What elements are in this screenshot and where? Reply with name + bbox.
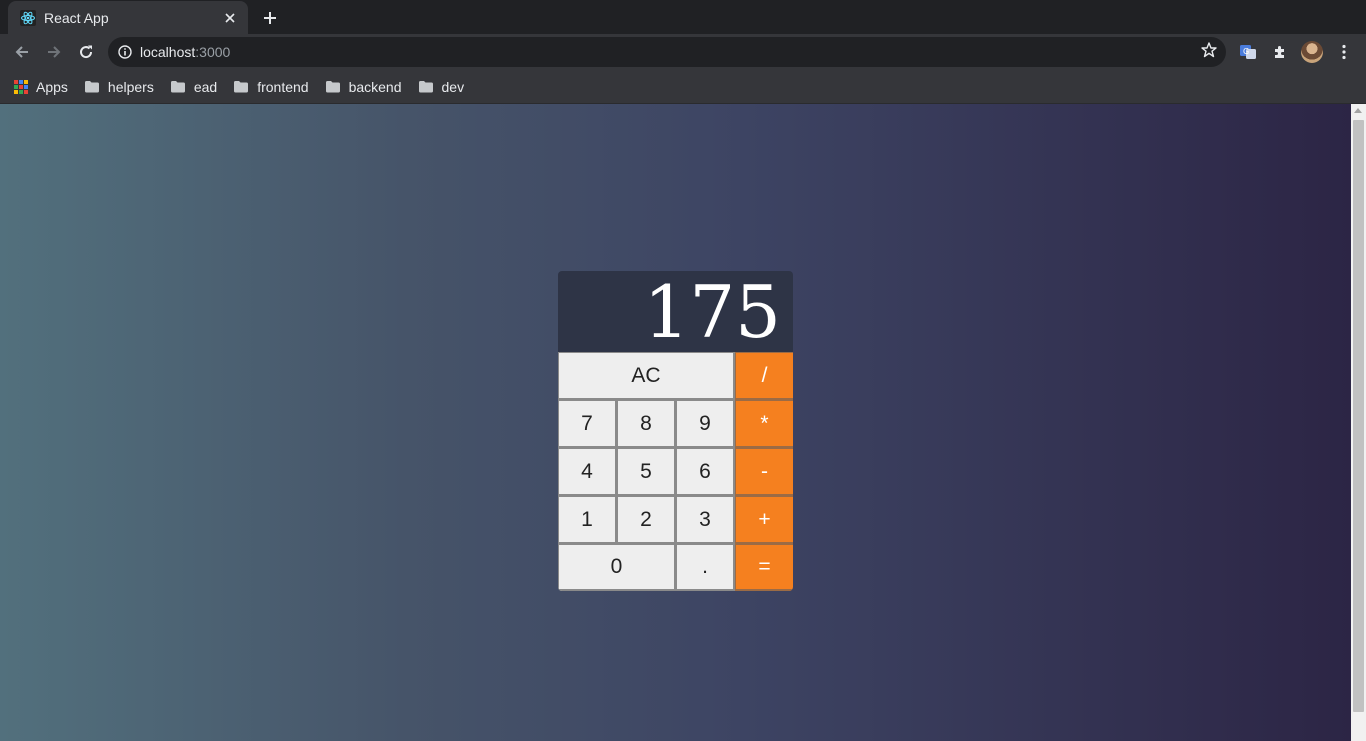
tab-title: React App — [44, 9, 109, 26]
digit-7-button[interactable]: 7 — [558, 400, 617, 448]
toolbar-extensions: G — [1234, 38, 1358, 66]
browser-tab[interactable]: React App — [8, 1, 248, 34]
browser-toolbar: localhost:3000 G — [0, 34, 1366, 70]
digit-4-button[interactable]: 4 — [558, 448, 617, 496]
folder-icon — [325, 81, 340, 93]
folder-icon — [418, 81, 433, 93]
digit-8-button[interactable]: 8 — [617, 400, 676, 448]
scroll-up-arrow-icon[interactable] — [1354, 108, 1362, 113]
arrow-right-icon — [48, 46, 61, 58]
subtract-button[interactable]: - — [735, 448, 793, 496]
display-value: 175 — [643, 271, 781, 354]
folder-icon — [84, 81, 99, 93]
extensions-button[interactable] — [1266, 38, 1294, 66]
tab-strip: React App — [0, 0, 1366, 34]
bookmark-label: ead — [193, 78, 218, 95]
react-logo-icon — [20, 9, 36, 26]
digit-6-button[interactable]: 6 — [676, 448, 735, 496]
digit-2-button[interactable]: 2 — [617, 496, 676, 544]
close-icon[interactable] — [222, 10, 238, 26]
plus-icon — [264, 12, 276, 24]
svg-text:G: G — [1243, 47, 1249, 56]
bookmark-star-icon[interactable] — [1200, 41, 1218, 64]
bookmark-label: Apps — [36, 78, 68, 95]
bookmark-folder-dev[interactable]: dev — [418, 78, 465, 95]
profile-button[interactable] — [1298, 38, 1326, 66]
translate-extension-button[interactable]: G — [1234, 38, 1262, 66]
multiply-button[interactable]: * — [735, 400, 793, 448]
bookmark-label: dev — [441, 78, 465, 95]
bookmark-folder-frontend[interactable]: frontend — [233, 78, 309, 95]
url-host: localhost — [140, 44, 196, 60]
bookmarks-bar: Apps helpers ead frontend backend dev — [0, 70, 1366, 104]
translate-icon: G — [1240, 45, 1256, 59]
apps-grid-icon — [14, 79, 28, 94]
vertical-scrollbar[interactable] — [1351, 104, 1366, 741]
decimal-button[interactable]: . — [676, 544, 735, 591]
url-port: :3000 — [195, 44, 231, 60]
reload-button[interactable] — [72, 38, 100, 66]
bookmark-folder-backend[interactable]: backend — [325, 79, 402, 95]
arrow-left-icon — [15, 46, 28, 58]
bookmark-folder-ead[interactable]: ead — [170, 79, 217, 95]
divide-button[interactable]: / — [735, 352, 793, 400]
back-button[interactable] — [8, 38, 36, 66]
forward-button[interactable] — [40, 38, 68, 66]
digit-5-button[interactable]: 5 — [617, 448, 676, 496]
bookmark-folder-helpers[interactable]: helpers — [84, 79, 154, 95]
kebab-menu-icon — [1342, 44, 1346, 60]
menu-button[interactable] — [1330, 38, 1358, 66]
equals-button[interactable]: = — [735, 544, 793, 591]
add-button[interactable]: + — [735, 496, 793, 544]
calculator-display: 175 — [558, 271, 793, 352]
clear-button[interactable]: AC — [558, 352, 735, 400]
bookmark-label: backend — [348, 78, 402, 95]
bookmark-apps[interactable]: Apps — [14, 79, 68, 95]
digit-9-button[interactable]: 9 — [676, 400, 735, 448]
reload-icon — [80, 45, 93, 59]
bookmark-label: frontend — [257, 78, 309, 95]
calculator: 175 AC / 7 8 9 * 4 5 6 - 1 2 3 + 0 . = — [558, 271, 793, 591]
address-bar[interactable]: localhost:3000 — [108, 37, 1226, 67]
info-icon[interactable] — [118, 45, 132, 59]
bookmark-label: helpers — [107, 78, 154, 95]
calculator-keypad: AC / 7 8 9 * 4 5 6 - 1 2 3 + 0 . = — [558, 352, 793, 591]
scrollbar-thumb[interactable] — [1353, 120, 1364, 712]
digit-0-button[interactable]: 0 — [558, 544, 676, 591]
folder-icon — [170, 81, 185, 93]
puzzle-piece-icon — [1275, 46, 1284, 58]
avatar — [1301, 41, 1323, 63]
new-tab-button[interactable] — [256, 4, 284, 32]
digit-1-button[interactable]: 1 — [558, 496, 617, 544]
folder-icon — [234, 81, 249, 93]
digit-3-button[interactable]: 3 — [676, 496, 735, 544]
